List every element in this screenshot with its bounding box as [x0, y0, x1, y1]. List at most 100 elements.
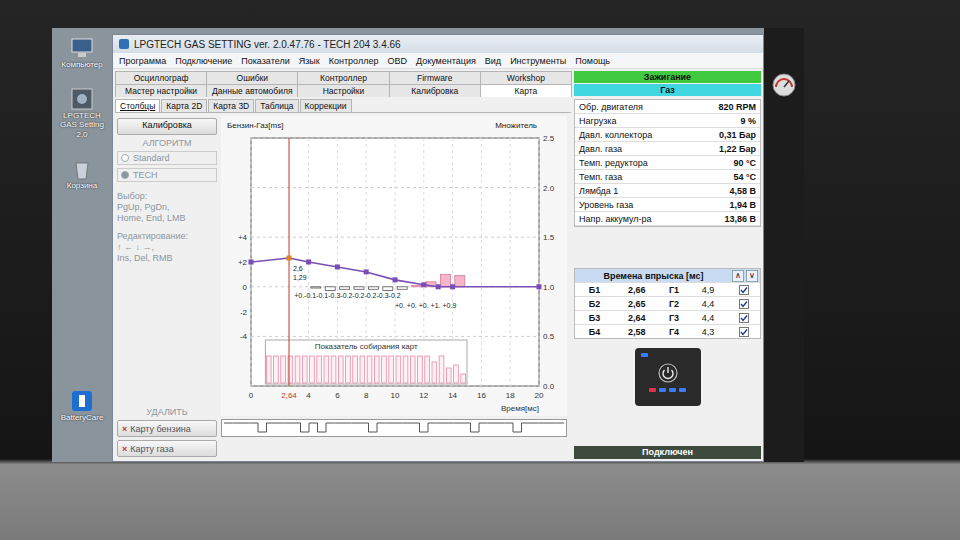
cursor-line[interactable] [289, 138, 290, 386]
desktop-icon[interactable]: Компьютер [54, 36, 110, 69]
algorithm-radio[interactable]: Standard [117, 151, 217, 165]
diff-bar[interactable] [325, 287, 335, 291]
multiplier-point[interactable] [287, 256, 292, 261]
menu-item[interactable]: Помощь [575, 56, 610, 66]
collection-bar [274, 356, 279, 383]
delete-button[interactable]: ×Карту газа [117, 440, 217, 457]
multiplier-point[interactable] [537, 284, 542, 289]
diff-bar[interactable] [383, 287, 393, 291]
desktop-icon[interactable]: Корзина [54, 157, 110, 190]
desktop: Компьютер LPGTECH GAS Setting 2.0 Корзин… [52, 28, 112, 462]
tab[interactable]: Firmware [389, 71, 481, 84]
check-icon [740, 286, 748, 294]
checkbox[interactable] [739, 313, 749, 323]
scroll-button[interactable]: ∧ [732, 270, 744, 282]
menu-item[interactable]: OBD [387, 56, 407, 66]
diff-label: +0.-0.1-0.1-0.3-0.2-0.2-0.2-0.3-0.2 [294, 292, 401, 299]
injection-header: Времена впрыска [мс] ∧∨ [575, 269, 760, 282]
tab[interactable]: Калибровка [389, 84, 481, 97]
grid-line [481, 138, 482, 386]
tab[interactable]: Workshop [480, 71, 572, 84]
algorithm-title: АЛГОРИТМ [117, 138, 217, 148]
menu-item[interactable]: Контроллер [329, 56, 379, 66]
delete-button[interactable]: ×Карту бензина [117, 420, 217, 437]
reading-row: Напр. аккумул-ра 13,86 В [575, 212, 760, 226]
multiplier-point[interactable] [393, 277, 398, 282]
chart-title: Бензин-Газ[ms] [227, 121, 283, 130]
computer-icon [69, 36, 95, 60]
diff-bar[interactable] [368, 287, 378, 289]
multiplier-point[interactable] [306, 260, 311, 265]
diff-bar[interactable] [311, 287, 321, 288]
collection-bar [266, 356, 271, 383]
menu-item[interactable]: Подключение [175, 56, 232, 66]
checkbox[interactable] [739, 327, 749, 337]
diff-label: +0. +0. +0. +1. +0.9 [395, 302, 456, 309]
subtab[interactable]: Карта 3D [208, 99, 254, 112]
subtab[interactable]: Столбцы [115, 99, 160, 112]
tab[interactable]: Мастер настройки [115, 84, 207, 97]
collection-bar [367, 356, 372, 383]
x-tick: 6 [335, 391, 340, 400]
collection-box [265, 340, 467, 384]
diff-bar[interactable] [455, 276, 465, 287]
reading-row: Обр. двигателя 820 RPM [575, 100, 760, 114]
collection-bar [446, 368, 451, 383]
tab[interactable]: Осциллограф [115, 71, 207, 84]
map-chart[interactable]: 2.52.01.51.00.50.00468101214161820+4+20-… [221, 116, 567, 416]
help-text: Выбор:PgUp, PgDn,Home, End, LMBРедактиро… [117, 191, 217, 264]
algorithm-radio[interactable]: TECH [117, 168, 217, 182]
desktop-icon[interactable]: BatteryCare [54, 389, 110, 422]
multiplier-point[interactable] [436, 284, 441, 289]
right-tick: 2.5 [543, 134, 555, 143]
desktop-icon[interactable]: LPGTECH GAS Setting 2.0 [54, 87, 110, 139]
tab-row: ОсциллографОшибкиКонтроллерFirmwareWorks… [115, 71, 571, 84]
subtab[interactable]: Карта 2D [161, 99, 207, 112]
x-tick: 0 [249, 391, 254, 400]
checkbox[interactable] [739, 285, 749, 295]
reading-row: Давл. газа 1,22 Бар [575, 142, 760, 156]
injection-row: Б4 2,58 Г4 4,3 [575, 324, 760, 338]
led-icon [649, 388, 656, 392]
menu-item[interactable]: Документация [416, 56, 476, 66]
multiplier-point[interactable] [335, 264, 340, 269]
menu-item[interactable]: Вид [485, 56, 501, 66]
tab[interactable]: Карта [480, 84, 572, 97]
cursor-value: 2,6 [293, 265, 303, 272]
diff-bar[interactable] [440, 274, 450, 286]
multiplier-point[interactable] [249, 260, 254, 265]
collection-bar [360, 356, 365, 383]
diff-bar[interactable] [340, 287, 350, 289]
tab[interactable]: Контроллер [297, 71, 389, 84]
subtab[interactable]: Коррекции [300, 99, 352, 112]
app-logo-icon [119, 39, 129, 49]
delete-icon: × [122, 444, 127, 454]
diff-bar[interactable] [354, 287, 364, 289]
x-tick: 4 [306, 391, 311, 400]
tab[interactable]: Данные автомобиля [206, 84, 298, 97]
collection-bar [374, 356, 379, 383]
calibration-button[interactable]: Калибровка [117, 118, 217, 135]
gauge-icon[interactable] [771, 72, 797, 98]
diff-bar[interactable] [412, 286, 422, 287]
tab[interactable]: Ошибки [206, 71, 298, 84]
injection-row: Б3 2,64 Г3 4,4 [575, 310, 760, 324]
menu-item[interactable]: Инструменты [510, 56, 566, 66]
chart-right-title: Множитель [495, 121, 537, 130]
multiplier-point[interactable] [364, 269, 369, 274]
multiplier-point[interactable] [450, 284, 455, 289]
menu-item[interactable]: Показатели [241, 56, 289, 66]
diff-bar[interactable] [397, 287, 407, 289]
tab[interactable]: Настройки [297, 84, 389, 97]
multiplier-point[interactable] [421, 282, 426, 287]
subtab[interactable]: Таблица [255, 99, 298, 112]
gas-switch[interactable] [635, 348, 701, 406]
menu-item[interactable]: Язык [299, 56, 320, 66]
scroll-button[interactable]: ∨ [746, 270, 758, 282]
collection-bar [281, 356, 286, 383]
menu-item[interactable]: Программа [119, 56, 166, 66]
left-tick: 0 [243, 283, 248, 292]
checkbox[interactable] [739, 299, 749, 309]
photo-frame: Компьютер LPGTECH GAS Setting 2.0 Корзин… [0, 0, 960, 540]
collection-bar [432, 362, 437, 383]
